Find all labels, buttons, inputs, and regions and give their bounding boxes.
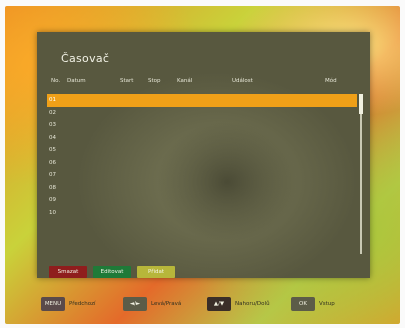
tv-screen: Časovač No. Datum Start Stop Kanál Událo…	[5, 6, 400, 324]
row-number: 07	[49, 172, 56, 178]
col-header-stop: Stop	[148, 78, 161, 84]
key-help-bar: MENU Předchozí ◄/► Levá/Pravá ▲/▼ Nahoru…	[5, 294, 400, 316]
menu-key[interactable]: MENU	[41, 297, 65, 311]
timer-row[interactable]: 06	[47, 157, 357, 170]
timer-list: 01 02 03 04 05 06 07 08 09 10	[47, 94, 357, 219]
menu-key-label: Předchozí	[69, 301, 96, 307]
up-down-key[interactable]: ▲/▼	[207, 297, 231, 311]
row-number: 05	[49, 147, 56, 153]
timer-row[interactable]: 05	[47, 144, 357, 157]
timer-row[interactable]: 07	[47, 169, 357, 182]
row-number: 09	[49, 197, 56, 203]
up-down-key-label: Nahoru/Dolů	[235, 301, 270, 307]
ok-key-label: Vstup	[319, 301, 335, 307]
row-number: 06	[49, 159, 56, 166]
timer-row[interactable]: 01	[47, 94, 357, 107]
page-title: Časovač	[61, 52, 110, 65]
left-right-key-label: Levá/Pravá	[151, 301, 182, 307]
col-header-channel: Kanál	[177, 78, 193, 84]
col-header-no: No.	[51, 78, 61, 84]
timer-row[interactable]: 03	[47, 119, 357, 132]
col-header-mode: Mód	[325, 78, 337, 84]
timer-row[interactable]: 02	[47, 107, 357, 120]
row-number: 08	[49, 184, 56, 191]
left-right-key[interactable]: ◄/►	[123, 297, 147, 311]
add-button[interactable]: Přidat	[137, 266, 175, 278]
row-number: 02	[49, 109, 56, 116]
ok-key[interactable]: OK	[291, 297, 315, 311]
timer-row[interactable]: 04	[47, 132, 357, 145]
scrollbar-thumb[interactable]	[359, 94, 363, 114]
timer-row[interactable]: 08	[47, 182, 357, 195]
col-header-start: Start	[120, 78, 134, 84]
row-number: 04	[49, 134, 56, 141]
row-number: 01	[49, 97, 56, 103]
row-number: 03	[49, 122, 56, 128]
row-number: 10	[49, 209, 56, 216]
edit-button[interactable]: Editovat	[93, 266, 131, 278]
col-header-event: Událost	[232, 78, 253, 84]
delete-button[interactable]: Smazat	[49, 266, 87, 278]
list-scrollbar[interactable]	[359, 94, 363, 254]
timer-panel: Časovač No. Datum Start Stop Kanál Událo…	[37, 32, 370, 278]
timer-row[interactable]: 10	[47, 207, 357, 220]
timer-row[interactable]: 09	[47, 194, 357, 207]
col-header-date: Datum	[67, 78, 86, 84]
